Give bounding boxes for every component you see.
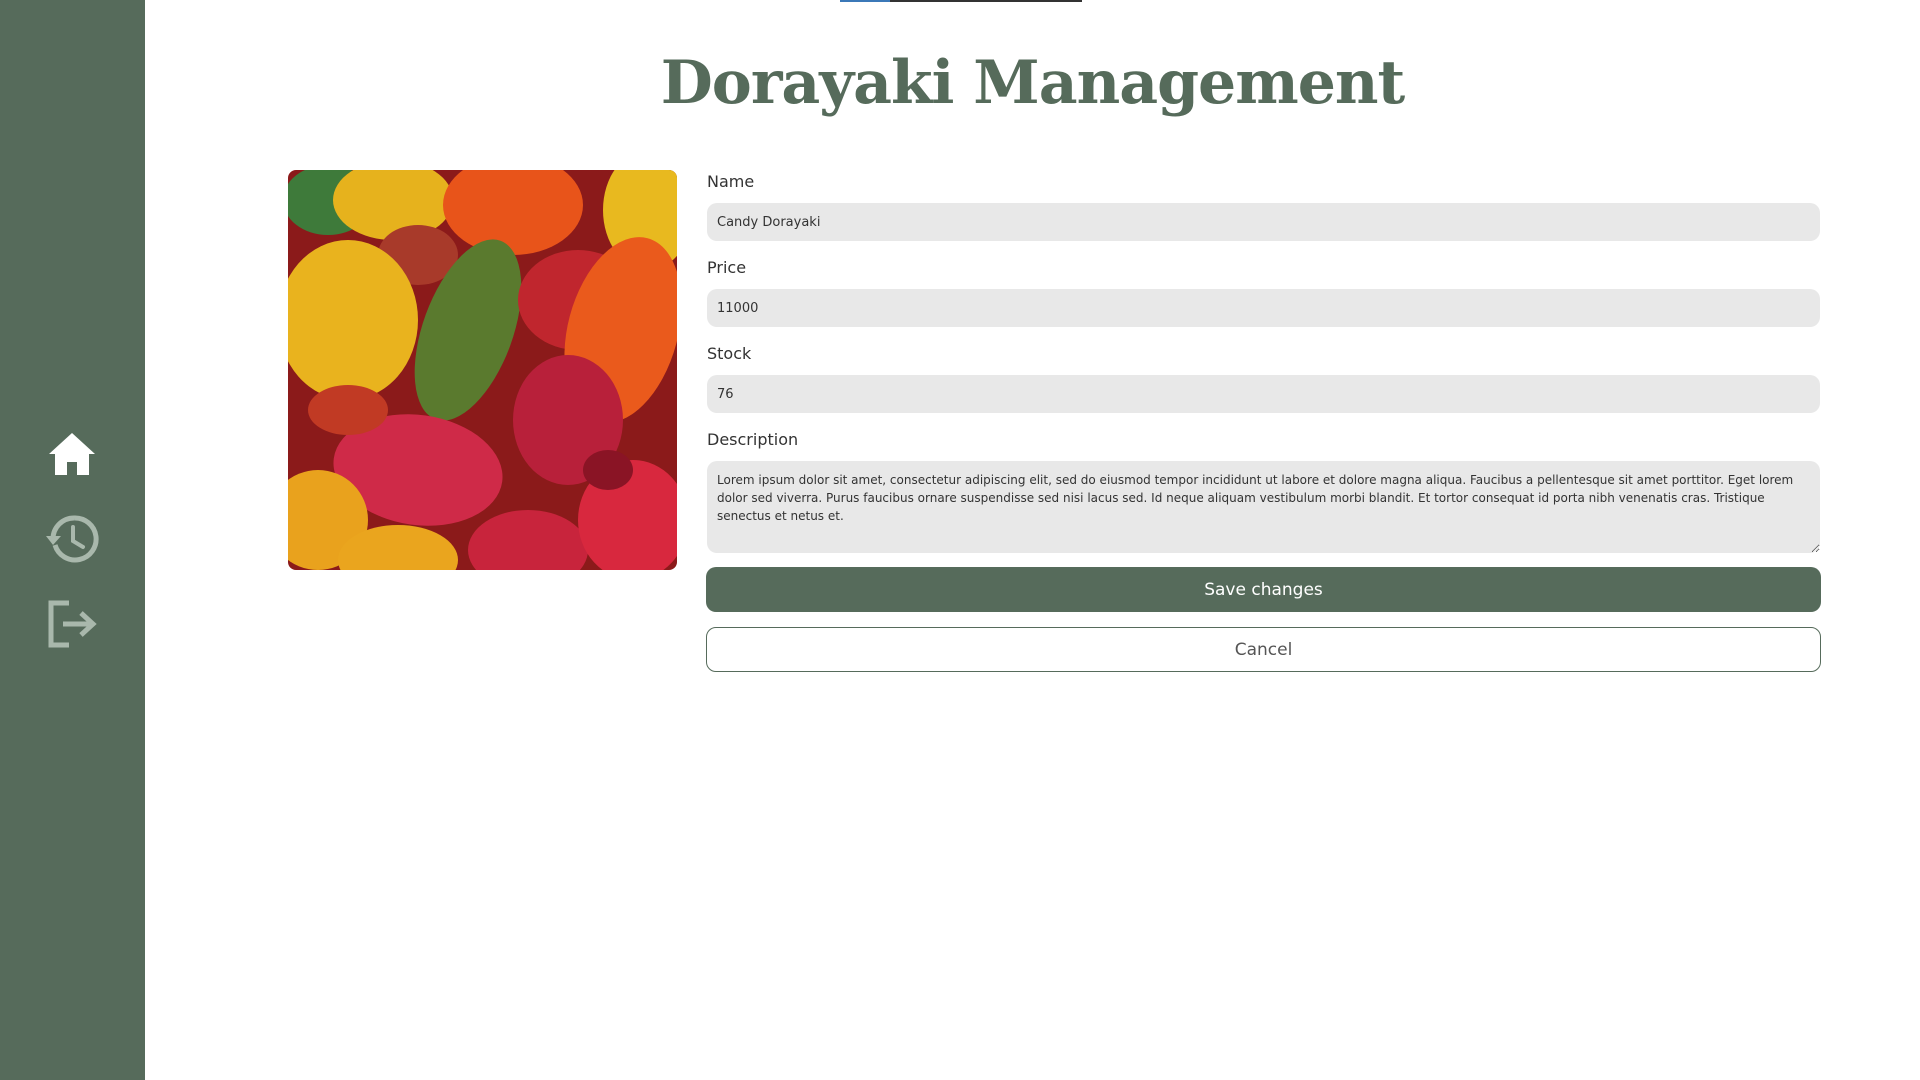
- description-label: Description: [707, 430, 799, 449]
- history-icon[interactable]: [45, 512, 99, 566]
- stock-label: Stock: [707, 344, 752, 363]
- name-label: Name: [707, 172, 755, 191]
- page-title: Dorayaki Management: [660, 48, 1405, 118]
- name-input[interactable]: [707, 203, 1820, 241]
- stock-input[interactable]: [707, 375, 1820, 413]
- price-input[interactable]: [707, 289, 1820, 327]
- product-image: [288, 170, 677, 570]
- description-textarea[interactable]: Lorem ipsum dolor sit amet, consectetur …: [707, 461, 1820, 553]
- home-icon[interactable]: [45, 427, 99, 481]
- save-changes-button[interactable]: Save changes: [706, 567, 1821, 612]
- cancel-button[interactable]: Cancel: [706, 627, 1821, 672]
- logout-icon[interactable]: [45, 597, 99, 651]
- top-divider-accent: [840, 0, 890, 2]
- price-label: Price: [707, 258, 747, 277]
- sidebar: [0, 0, 145, 1080]
